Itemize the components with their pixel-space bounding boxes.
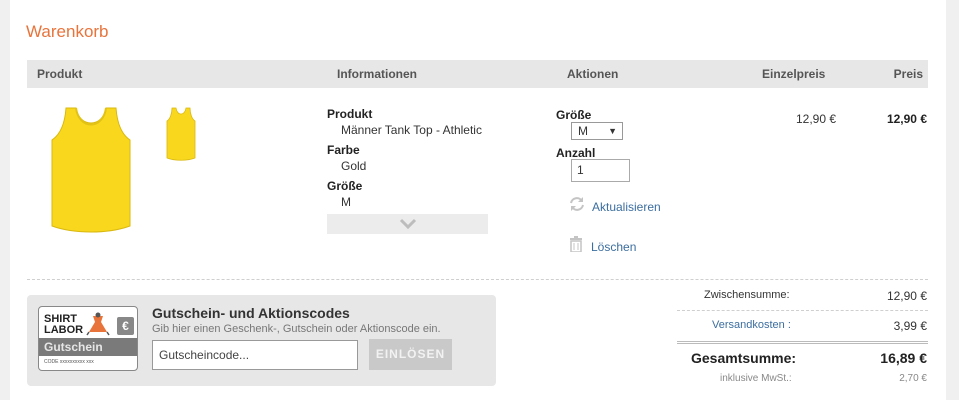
column-header-unit-price: Einzelpreis: [762, 67, 826, 81]
column-header-actions: Aktionen: [567, 67, 619, 81]
info-value-color: Gold: [341, 159, 367, 173]
quantity-input[interactable]: 1: [571, 159, 630, 182]
trash-icon[interactable]: [569, 236, 583, 252]
line-total-price: 12,90 €: [886, 112, 927, 126]
logo-currency: €: [117, 317, 134, 335]
voucher-title: Gutschein- und Aktionscodes: [152, 305, 350, 321]
shipping-value: 3,99 €: [893, 319, 927, 333]
shipping-link[interactable]: Versandkosten :: [712, 319, 791, 331]
voucher-code-input[interactable]: Gutscheincode...: [152, 340, 358, 370]
logo-text-labor: LABOR: [44, 324, 84, 336]
subtotal-label: Zwischensumme:: [704, 289, 790, 301]
unit-price: 12,90 €: [796, 112, 837, 126]
column-header-price: Preis: [893, 67, 923, 81]
row-divider: [27, 279, 928, 280]
quantity-label: Anzahl: [556, 146, 596, 160]
voucher-description: Gib hier einen Geschenk-, Gutschein oder…: [152, 323, 441, 335]
product-thumbnail[interactable]: [165, 106, 197, 162]
info-value-product: Männer Tank Top - Athletic: [341, 123, 482, 137]
expand-info-button[interactable]: [327, 214, 488, 234]
size-label: Größe: [556, 108, 592, 122]
logo-text-gutschein: Gutschein: [44, 340, 103, 354]
cart-table-header: Produkt Informationen Aktionen Einzelpre…: [27, 60, 928, 88]
logo-band: Gutschein: [39, 338, 137, 356]
voucher-logo: SHIRT LABOR € Gutschein CODE xxxxxxxxxx …: [38, 306, 138, 371]
page-title: Warenkorb: [26, 22, 109, 41]
product-image[interactable]: [48, 104, 134, 236]
info-label-product: Produkt: [327, 107, 373, 121]
logo-code-text: CODE xxxxxxxxxx xxx: [44, 359, 94, 365]
grand-total-value: 16,89 €: [880, 350, 927, 366]
info-label-size: Größe: [327, 179, 363, 193]
item-actions: Größe: [556, 108, 591, 122]
update-link[interactable]: Aktualisieren: [592, 200, 661, 214]
vat-value: 2,70 €: [899, 373, 927, 384]
subtotal-value: 12,90 €: [886, 289, 927, 303]
column-header-product: Produkt: [37, 67, 83, 81]
dropdown-arrow-icon: ▼: [608, 126, 617, 136]
summary-divider-total: [677, 341, 928, 344]
chevron-down-icon: [399, 218, 416, 230]
mascot-icon: [86, 312, 110, 336]
vat-label: inklusive MwSt.:: [720, 373, 792, 384]
delete-link[interactable]: Löschen: [591, 240, 636, 254]
size-select[interactable]: M ▼: [571, 122, 623, 140]
info-value-size: M: [341, 195, 351, 209]
voucher-box: SHIRT LABOR € Gutschein CODE xxxxxxxxxx …: [27, 295, 496, 386]
qty-label-wrap: Anzahl: [556, 146, 595, 160]
summary-divider-1: [677, 310, 928, 311]
grand-total-label: Gesamtsumme:: [691, 350, 797, 366]
column-header-information: Informationen: [337, 67, 417, 81]
refresh-icon[interactable]: [568, 196, 586, 212]
size-select-value: M: [578, 124, 588, 138]
product-info: Produkt Männer Tank Top - Athletic Farbe…: [327, 107, 482, 215]
redeem-button[interactable]: EINLÖSEN: [369, 339, 452, 370]
cart-page: Warenkorb Produkt Informationen Aktionen…: [10, 0, 946, 400]
info-label-color: Farbe: [327, 143, 360, 157]
